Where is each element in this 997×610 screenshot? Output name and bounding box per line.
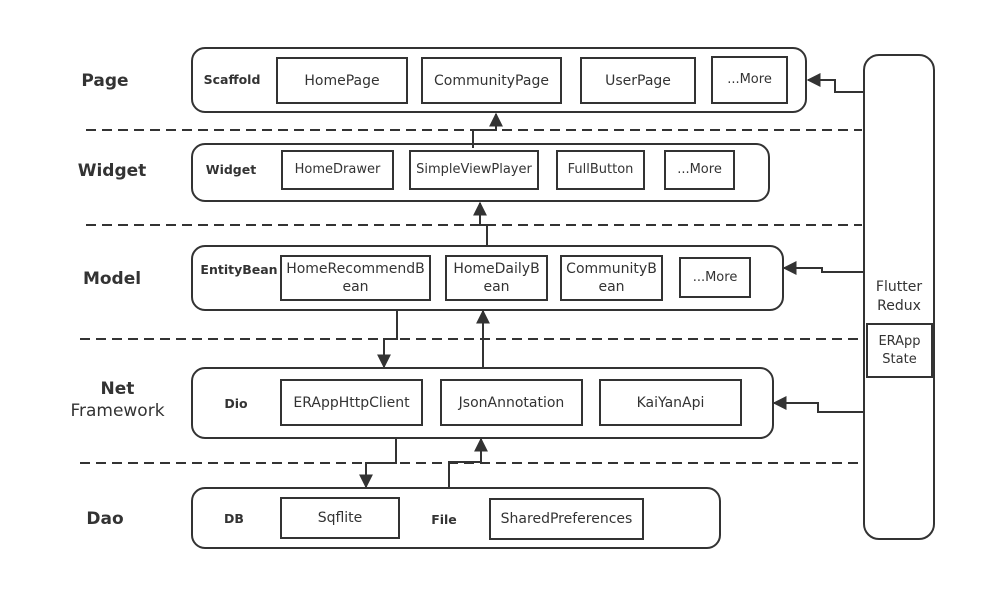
erappstate-line1: ERApp	[878, 333, 921, 349]
dio-label: Dio	[224, 396, 248, 411]
layer-label-net: Net Framework	[60, 378, 175, 422]
flutter-redux-label: Flutter Redux	[863, 278, 935, 316]
connector-redux-to-net	[772, 396, 864, 413]
component-model-more[interactable]: ...More	[679, 257, 751, 298]
layer-label-widget: Widget	[77, 161, 147, 181]
component-jsonannotation[interactable]: JsonAnnotation	[440, 379, 583, 426]
connector-redux-to-page	[806, 73, 864, 93]
layer-label-dao: Dao	[86, 509, 124, 529]
db-label: DB	[224, 511, 244, 526]
component-homedrawer[interactable]: HomeDrawer	[281, 150, 394, 190]
component-fullbutton[interactable]: FullButton	[556, 150, 645, 190]
component-widget-more[interactable]: ...More	[664, 150, 735, 190]
layer-label-net-line2: Framework	[70, 401, 165, 421]
connector-net-to-dao	[359, 438, 397, 489]
erappstate-line2: State	[882, 351, 917, 367]
file-label: File	[431, 512, 457, 527]
component-sharedpreferences[interactable]: SharedPreferences	[489, 498, 644, 540]
component-sqflite[interactable]: Sqflite	[280, 497, 400, 539]
connector-redux-to-model	[782, 261, 864, 275]
connector-dao-to-net	[448, 437, 488, 487]
component-userpage[interactable]: UserPage	[580, 57, 696, 104]
layer-label-net-line1: Net	[100, 379, 135, 399]
component-kaiyanapi[interactable]: KaiYanApi	[599, 379, 742, 426]
component-page-more[interactable]: ...More	[711, 56, 788, 104]
connector-model-to-widget	[473, 201, 488, 245]
widget-group-label: Widget	[205, 162, 257, 177]
entitybean-label: EntityBean	[200, 262, 278, 277]
component-simpleviewplayer[interactable]: SimpleViewPlayer	[409, 150, 539, 190]
layer-label-model: Model	[82, 269, 142, 289]
component-homedailybean[interactable]: HomeDailyBean	[445, 255, 548, 301]
component-communitybean[interactable]: CommunityBean	[560, 255, 663, 301]
layer-label-page: Page	[81, 71, 129, 91]
component-homerecommendbean[interactable]: HomeRecommendBean	[280, 255, 431, 301]
connector-model-to-net	[377, 311, 398, 369]
flutter-redux-label-line2: Redux	[877, 298, 921, 314]
component-erapphttpclient[interactable]: ERAppHttpClient	[280, 379, 423, 426]
scaffold-label: Scaffold	[203, 72, 261, 87]
component-erappstate[interactable]: ERApp State	[866, 323, 933, 378]
component-communitypage[interactable]: CommunityPage	[421, 57, 562, 104]
component-homepage[interactable]: HomePage	[276, 57, 408, 104]
flutter-redux-label-line1: Flutter	[875, 279, 923, 295]
